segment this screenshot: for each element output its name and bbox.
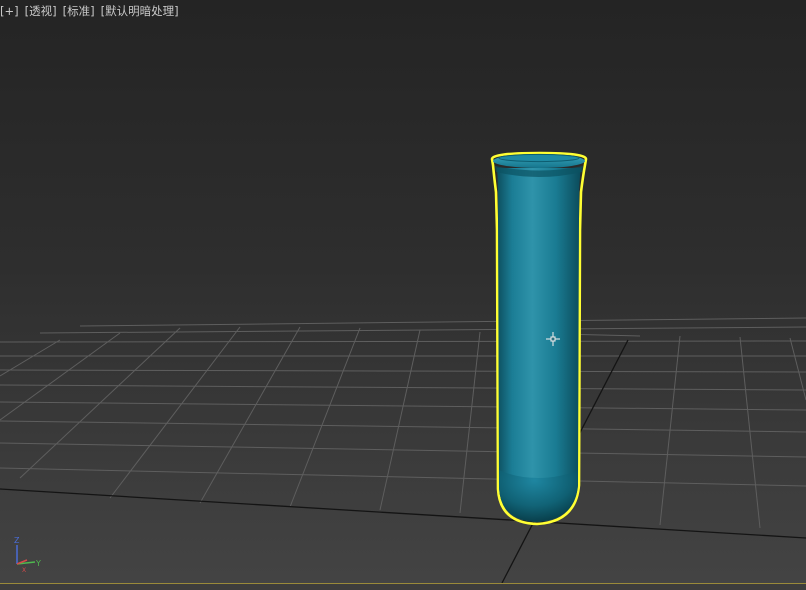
test-tube-opening <box>498 153 580 163</box>
perspective-viewport[interactable]: [+] [透视] [标准] [默认明暗处理] Z Y X <box>0 0 806 590</box>
axis-gizmo-icon: Z Y X <box>14 536 41 574</box>
viewport-menu-lighting[interactable]: [默认明暗处理] <box>101 4 179 18</box>
grid-axis-lines <box>0 339 806 584</box>
test-tube[interactable] <box>490 151 588 526</box>
gizmo-y-label: Y <box>35 559 41 568</box>
viewport-menu-plus[interactable]: [+] <box>0 4 19 18</box>
gizmo-x-label: X <box>22 567 26 574</box>
viewport-label-bar: [+] [透视] [标准] [默认明暗处理] <box>0 3 185 19</box>
viewport-bottom-border <box>0 583 806 590</box>
gizmo-z-label: Z <box>14 536 20 545</box>
test-tube-body <box>497 168 581 522</box>
viewport-menu-view[interactable]: [透视] <box>25 4 57 18</box>
scene-canvas[interactable]: Z Y X <box>0 0 806 590</box>
viewport-menu-shading[interactable]: [标准] <box>63 4 95 18</box>
